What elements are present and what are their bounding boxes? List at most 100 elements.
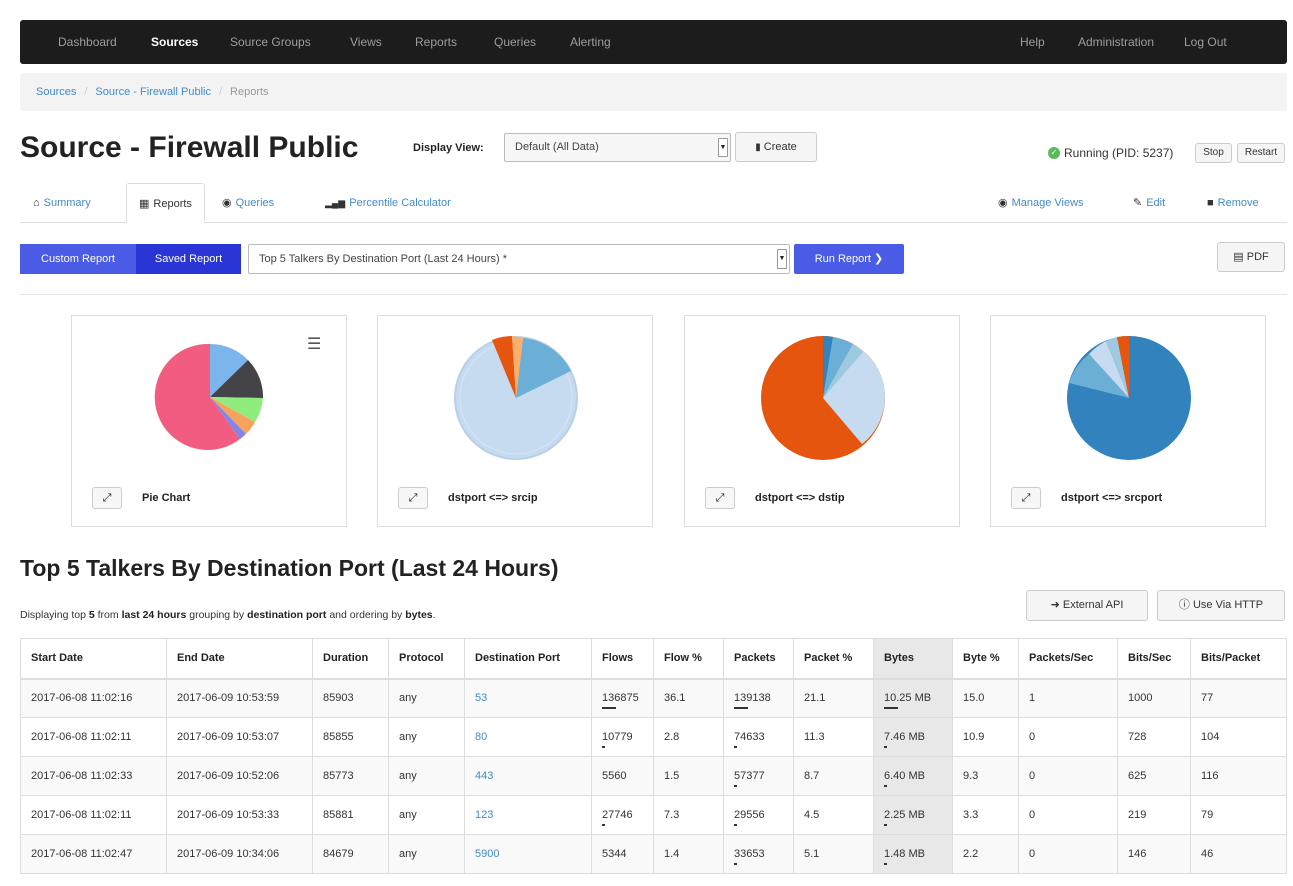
external-api-button[interactable]: ➜ External API <box>1026 590 1148 621</box>
col-byte-pct[interactable]: Byte % <box>952 638 1019 680</box>
nav-help[interactable]: Help <box>1020 20 1045 64</box>
desc-text: Displaying top <box>20 609 89 621</box>
eye-icon: ◉ <box>998 197 1008 209</box>
chevron-down-icon: ▼ <box>718 138 728 157</box>
col-end-date[interactable]: End Date <box>166 638 313 680</box>
custom-report-button[interactable]: Custom Report <box>20 244 136 274</box>
wrench-icon: ✎ <box>1133 197 1143 209</box>
col-destination-port[interactable]: Destination Port <box>464 638 592 680</box>
bytes-value: 7.46 MB <box>884 731 925 748</box>
tab-queries[interactable]: ◉ Queries <box>222 183 274 223</box>
col-packet-pct[interactable]: Packet % <box>793 638 874 680</box>
saved-report-button[interactable]: Saved Report <box>136 244 241 274</box>
file-icon: ▮ <box>755 142 761 153</box>
flows-value: 136875 <box>602 692 639 710</box>
cell-start-date: 2017-06-08 11:02:11 <box>20 795 167 835</box>
report-select[interactable]: Top 5 Talkers By Destination Port (Last … <box>248 244 790 274</box>
restart-button[interactable]: Restart <box>1237 143 1285 163</box>
manage-views-link[interactable]: ◉ Manage Views <box>998 183 1084 223</box>
cell-bytes: 7.46 MB <box>873 717 953 757</box>
cell-start-date: 2017-06-08 11:02:47 <box>20 834 167 874</box>
nav-dashboard[interactable]: Dashboard <box>58 20 117 64</box>
home-icon: ⌂ <box>33 197 40 209</box>
col-bytes[interactable]: Bytes <box>873 638 953 680</box>
nav-logout[interactable]: Log Out <box>1184 20 1227 64</box>
breadcrumb-sources[interactable]: Sources <box>36 86 76 98</box>
nav-views[interactable]: Views <box>350 20 382 64</box>
nav-reports[interactable]: Reports <box>415 20 457 64</box>
edit-link[interactable]: ✎ Edit <box>1133 183 1165 223</box>
cell-flow-pct: 1.5 <box>653 756 724 796</box>
expand-icon[interactable]: ⤢ <box>705 487 735 509</box>
tabs-divider <box>20 222 1287 223</box>
bytes-value: 2.25 MB <box>884 809 925 826</box>
display-view-label: Display View: <box>413 142 484 154</box>
cell-byte-pct: 9.3 <box>952 756 1019 796</box>
cell-bits-packet: 104 <box>1190 717 1287 757</box>
stop-button[interactable]: Stop <box>1195 143 1232 163</box>
tab-summary[interactable]: ⌂ Summary <box>33 183 91 223</box>
cell-bits-packet: 79 <box>1190 795 1287 835</box>
cell-protocol: any <box>388 717 465 757</box>
col-bits-sec[interactable]: Bits/Sec <box>1117 638 1191 680</box>
cell-packets: 29556 <box>723 795 794 835</box>
cell-duration: 85773 <box>312 756 389 796</box>
cell-destination-port-link[interactable]: 80 <box>464 717 592 757</box>
cell-flow-pct: 1.4 <box>653 834 724 874</box>
table-row: 2017-06-08 11:02:33 2017-06-09 10:52:06 … <box>20 756 1287 796</box>
col-bits-packet[interactable]: Bits/Packet <box>1190 638 1287 680</box>
desc-range: last 24 hours <box>121 609 187 621</box>
col-duration[interactable]: Duration <box>312 638 389 680</box>
pdf-button[interactable]: ▤ PDF <box>1217 242 1285 272</box>
expand-icon[interactable]: ⤢ <box>92 487 122 509</box>
chart-menu-icon[interactable]: ☰ <box>307 334 321 354</box>
expand-icon[interactable]: ⤢ <box>1011 487 1041 509</box>
cell-protocol: any <box>388 678 465 718</box>
cell-packet-pct: 11.3 <box>793 717 874 757</box>
col-packets[interactable]: Packets <box>723 638 794 680</box>
cell-destination-port-link[interactable]: 5900 <box>464 834 592 874</box>
col-protocol[interactable]: Protocol <box>388 638 465 680</box>
cell-destination-port-link[interactable]: 53 <box>464 678 592 718</box>
display-view-select[interactable]: Default (All Data) ▼ <box>504 133 731 162</box>
info-icon: ⓘ <box>1178 599 1190 611</box>
create-view-button[interactable]: ▮ Create <box>735 132 817 162</box>
cell-flows: 5344 <box>591 834 654 874</box>
report-select-value: Top 5 Talkers By Destination Port (Last … <box>259 253 508 265</box>
breadcrumb-source[interactable]: Source - Firewall Public <box>95 86 211 98</box>
col-packets-sec[interactable]: Packets/Sec <box>1018 638 1118 680</box>
tab-reports[interactable]: ▦ Reports <box>126 183 205 223</box>
remove-link[interactable]: ■ Remove <box>1207 183 1259 223</box>
cell-bytes: 2.25 MB <box>873 795 953 835</box>
cell-packets-sec: 0 <box>1018 795 1118 835</box>
breadcrumb-current: Reports <box>230 86 269 98</box>
col-flow-pct[interactable]: Flow % <box>653 638 724 680</box>
use-http-button[interactable]: ⓘ Use Via HTTP <box>1157 590 1285 621</box>
cell-packet-pct: 8.7 <box>793 756 874 796</box>
nav-queries[interactable]: Queries <box>494 20 536 64</box>
bytes-value: 10.25 MB <box>884 692 932 710</box>
display-view-value: Default (All Data) <box>515 141 599 153</box>
nav-alerting[interactable]: Alerting <box>570 20 611 64</box>
report-description: Displaying top 5 from last 24 hours grou… <box>20 609 436 621</box>
nav-administration[interactable]: Administration <box>1078 20 1154 64</box>
table-row: 2017-06-08 11:02:11 2017-06-09 10:53:33 … <box>20 795 1287 835</box>
col-start-date[interactable]: Start Date <box>20 638 167 680</box>
report-title: Top 5 Talkers By Destination Port (Last … <box>20 555 559 581</box>
cell-destination-port-link[interactable]: 443 <box>464 756 592 796</box>
cell-packets: 33653 <box>723 834 794 874</box>
tab-percentile[interactable]: ▂▄▆ Percentile Calculator <box>325 183 451 223</box>
cell-start-date: 2017-06-08 11:02:16 <box>20 678 167 718</box>
cell-bits-sec: 1000 <box>1117 678 1191 718</box>
nav-source-groups[interactable]: Source Groups <box>230 20 311 64</box>
cell-packets-sec: 0 <box>1018 717 1118 757</box>
nav-sources[interactable]: Sources <box>151 20 198 64</box>
cell-start-date: 2017-06-08 11:02:33 <box>20 756 167 796</box>
desc-text: grouping by <box>186 609 248 621</box>
run-report-button[interactable]: Run Report ❯ <box>794 244 904 274</box>
create-label: Create <box>763 141 797 153</box>
cell-end-date: 2017-06-09 10:53:33 <box>166 795 313 835</box>
cell-destination-port-link[interactable]: 123 <box>464 795 592 835</box>
col-flows[interactable]: Flows <box>591 638 654 680</box>
expand-icon[interactable]: ⤢ <box>398 487 428 509</box>
